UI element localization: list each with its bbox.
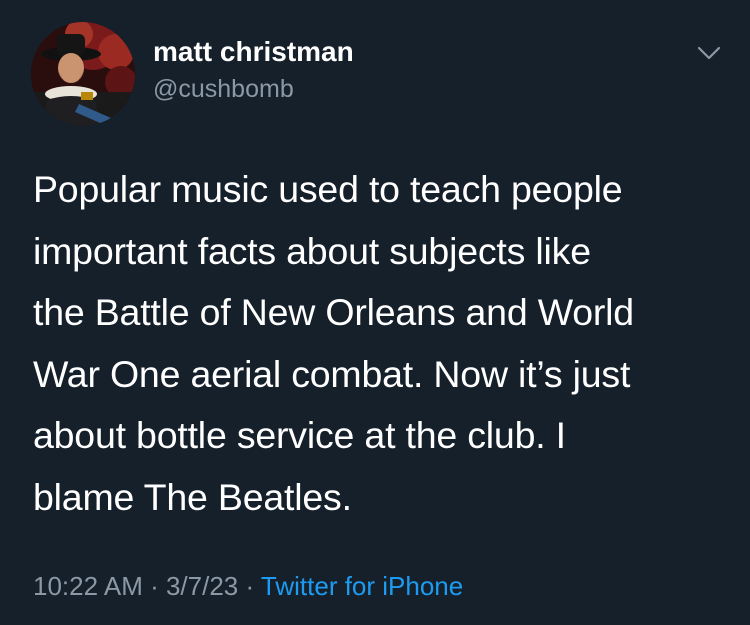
avatar[interactable] xyxy=(31,22,135,126)
tweet-time[interactable]: 10:22 AM xyxy=(33,571,143,601)
tweet-card: matt christman @cushbomb Popular music u… xyxy=(0,0,750,625)
tweet-text-line: blame The Beatles. xyxy=(33,475,352,518)
tweet-text-line: about bottle service at the club. I xyxy=(33,414,566,456)
tweet-text-line: Popular music used to teach people xyxy=(33,168,623,210)
tweet-source-link[interactable]: Twitter for iPhone xyxy=(261,571,463,601)
avatar-image xyxy=(31,22,135,126)
meta-separator: · xyxy=(142,571,166,601)
tweet-text-line: important facts about subjects like xyxy=(33,229,591,272)
tweet-meta: 10:22 AM · 3/7/23 · Twitter for iPhone xyxy=(33,571,463,602)
author-display-name[interactable]: matt christman xyxy=(153,36,354,68)
chevron-down-icon[interactable] xyxy=(694,38,724,68)
meta-separator: · xyxy=(238,571,261,601)
tweet-text-line: the Battle of New Orleans and World xyxy=(33,291,634,333)
tweet-date[interactable]: 3/7/23 xyxy=(166,571,238,601)
tweet-text-line: War One aerial combat. Now it’s just xyxy=(33,352,631,395)
author-handle[interactable]: @cushbomb xyxy=(153,75,294,104)
tweet-text: Popular music used to teach people impor… xyxy=(33,159,723,528)
